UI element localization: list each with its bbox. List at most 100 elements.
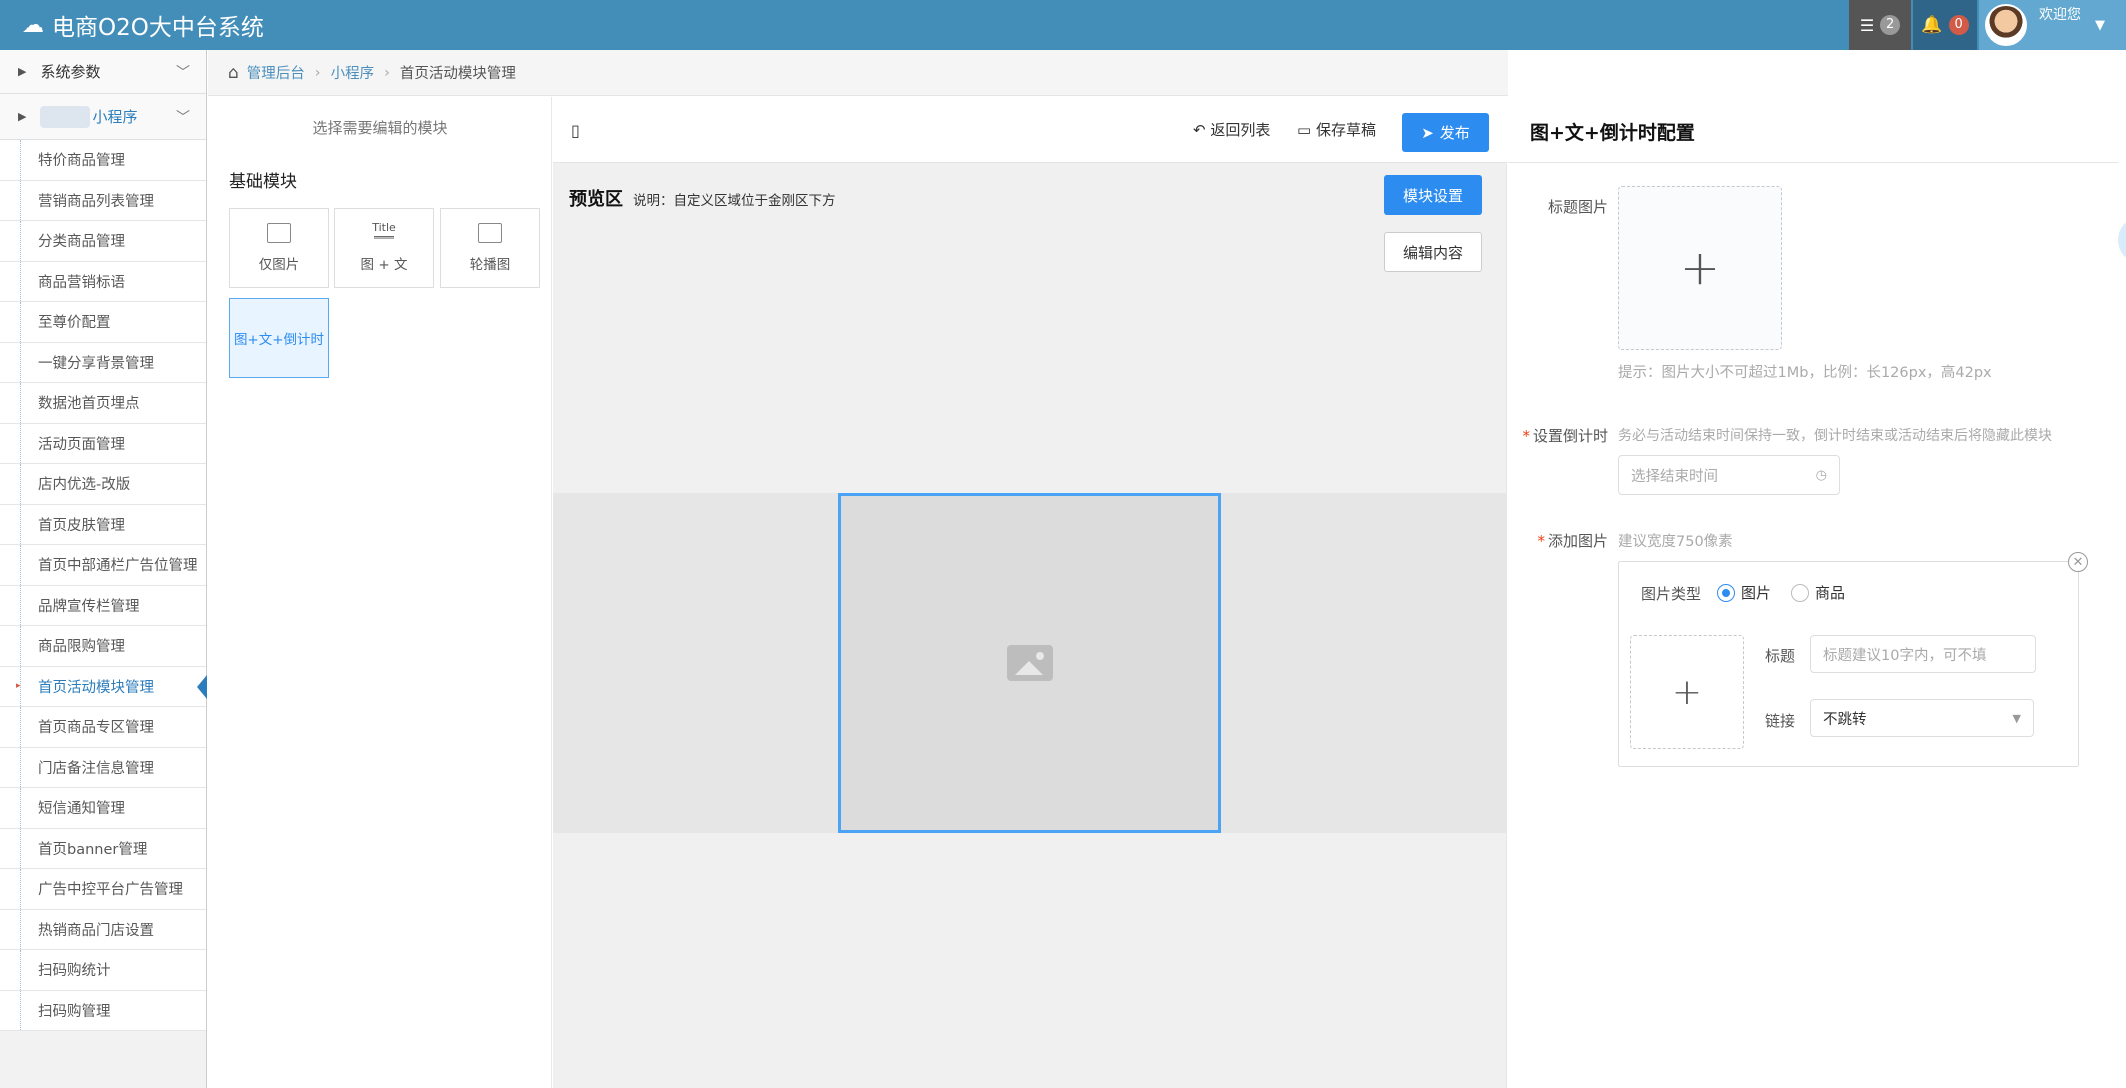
breadcrumb-root[interactable]: 管理后台 xyxy=(247,62,305,83)
radio-product[interactable]: 商品 xyxy=(1791,582,1845,603)
sidebar-group-label: 小程序 xyxy=(92,108,138,126)
title-image-upload[interactable]: + xyxy=(1618,186,1782,350)
sidebar-group-label: 系统参数 xyxy=(40,63,101,81)
sidebar-item-label: 店内优选-改版 xyxy=(38,477,131,494)
sidebar-item[interactable]: 广告中控平台广告管理 xyxy=(0,869,206,910)
sidebar-item-label: 首页活动模块管理 xyxy=(38,679,154,696)
radio-image[interactable]: 图片 xyxy=(1717,582,1771,603)
home-icon[interactable]: ⌂ xyxy=(228,63,239,83)
image-placeholder-icon xyxy=(1006,645,1053,681)
countdown-label: * 设置倒计时 xyxy=(1522,427,1608,445)
app-title: 电商O2O大中台系统 xyxy=(52,15,264,41)
sidebar-item-label: 数据池首页埋点 xyxy=(38,396,140,413)
sidebar-item-label: 至尊价配置 xyxy=(38,315,111,332)
tasks-icon: ☰ xyxy=(1859,15,1875,35)
publish-button[interactable]: ➤ 发布 xyxy=(1402,113,1489,152)
sidebar-group-system[interactable]: ▶ 系统参数 ﹀ xyxy=(0,50,206,94)
picker-section-title: 基础模块 xyxy=(229,172,297,192)
sidebar-item[interactable]: 营销商品列表管理 xyxy=(0,180,206,221)
notifications-button[interactable]: 🔔 0 xyxy=(1913,0,1977,50)
sidebar-item[interactable]: 商品限购管理 xyxy=(0,626,206,667)
countdown-hint: 务必与活动结束时间保持一致，倒计时结束或活动结束后将隐藏此模块 xyxy=(1618,428,2052,444)
config-divider xyxy=(1508,162,2118,163)
active-marker-icon: ▸ xyxy=(16,681,21,692)
bell-icon: 🔔 xyxy=(1921,15,1943,35)
app-brand[interactable]: ☁ 电商O2O大中台系统 xyxy=(22,0,264,50)
end-time-picker[interactable]: 选择结束时间 ◷ xyxy=(1618,455,1840,495)
breadcrumb-current: 首页活动模块管理 xyxy=(399,66,516,82)
save-icon: ▭ xyxy=(1297,121,1312,139)
add-image-label: * 添加图片 xyxy=(1537,532,1608,550)
radio-off-icon xyxy=(1791,583,1809,602)
sidebar-item[interactable]: 分类商品管理 xyxy=(0,221,206,262)
sidebar-item-label: 扫码购统计 xyxy=(38,963,111,980)
sidebar-item[interactable]: 扫码购统计 xyxy=(0,950,206,991)
radio-on-icon xyxy=(1717,583,1735,602)
sidebar-item-label: 商品营销标语 xyxy=(38,274,125,291)
preview-panel: ▯ ↶ 返回列表 ▭ 保存草稿 ➤ 发布 预览区 说明：自定义区域位于金刚区下方… xyxy=(553,97,1507,1088)
sidebar-item[interactable]: 活动页面管理 xyxy=(0,423,206,464)
sidebar-item[interactable]: 一键分享背景管理 xyxy=(0,342,206,383)
link-select[interactable]: 不跳转 ▼ xyxy=(1810,699,2034,737)
sidebar-group-miniapp[interactable]: ▶ 小程序 ﹀ xyxy=(0,94,206,140)
sidebar-item[interactable]: 品牌宣传栏管理 xyxy=(0,585,206,626)
sidebar-item-label: 一键分享背景管理 xyxy=(38,355,154,372)
module-carousel[interactable]: 轮播图 xyxy=(440,208,540,288)
caret-right-icon: ▶ xyxy=(18,65,27,78)
module-settings-button[interactable]: 模块设置 xyxy=(1384,175,1482,215)
config-title: 图+文+倒计时配置 xyxy=(1530,122,1695,144)
image-item-card: 图片类型 图片 商品 + 标题 标题建议10字内，可不填 链接 不跳转 ▼ xyxy=(1618,561,2079,767)
preview-note: 说明：自定义区域位于金刚区下方 xyxy=(633,193,836,209)
plus-icon: + xyxy=(1671,671,1703,713)
messages-badge: 2 xyxy=(1880,15,1901,35)
user-menu[interactable]: 欢迎您 ▼ xyxy=(1979,0,2126,50)
module-countdown[interactable]: 图+文+倒计时 xyxy=(229,298,329,378)
item-image-upload[interactable]: + xyxy=(1630,635,1744,749)
back-to-list-button[interactable]: ↶ 返回列表 xyxy=(1193,119,1270,140)
sidebar-item-label: 首页皮肤管理 xyxy=(38,517,125,534)
avatar xyxy=(1985,4,2027,46)
caret-down-icon: ▼ xyxy=(2095,17,2105,33)
item-title-input[interactable]: 标题建议10字内，可不填 xyxy=(1810,635,2036,673)
sidebar-item[interactable]: 扫码购管理 xyxy=(0,990,206,1031)
sidebar-item[interactable]: 首页中部通栏广告位管理 xyxy=(0,545,206,586)
redacted-block xyxy=(40,105,91,128)
sidebar-item-label: 品牌宣传栏管理 xyxy=(38,598,140,615)
breadcrumb-middle[interactable]: 小程序 xyxy=(331,62,375,83)
plus-icon: + xyxy=(1679,240,1721,296)
sidebar-item[interactable]: ▸ 首页活动模块管理 xyxy=(0,666,207,707)
edit-content-button[interactable]: 编辑内容 xyxy=(1384,232,1482,272)
sidebar-item[interactable]: 数据池首页埋点 xyxy=(0,383,206,424)
messages-button[interactable]: ☰ 2 xyxy=(1849,0,1911,50)
chevron-down-icon: ﹀ xyxy=(176,109,190,126)
sidebar-item[interactable]: 首页皮肤管理 xyxy=(0,504,206,545)
module-label: 仅图片 xyxy=(258,257,300,273)
close-icon[interactable]: ✕ xyxy=(2068,552,2088,572)
top-navbar: ☁ 电商O2O大中台系统 ☰ 2 🔔 0 欢迎您 ▼ xyxy=(0,0,2126,50)
module-label: 图+文+倒计时 xyxy=(233,332,325,348)
module-label: 轮播图 xyxy=(469,257,511,273)
add-image-hint: 建议宽度750像素 xyxy=(1618,534,1733,550)
preview-title: 预览区 xyxy=(569,189,623,210)
send-icon: ➤ xyxy=(1421,124,1434,142)
sidebar-item[interactable]: 热销商品门店设置 xyxy=(0,909,206,950)
chevron-down-icon: ﹀ xyxy=(176,64,190,81)
clock-icon: ◷ xyxy=(1815,467,1827,483)
sidebar-item[interactable]: 至尊价配置 xyxy=(0,302,206,343)
sidebar-item[interactable]: 商品营销标语 xyxy=(0,261,206,302)
preview-image-placeholder[interactable] xyxy=(838,493,1221,833)
sidebar-item-label: 首页中部通栏广告位管理 xyxy=(38,558,198,575)
sidebar-item[interactable]: 店内优选-改版 xyxy=(0,464,206,505)
sidebar-item[interactable]: 首页商品专区管理 xyxy=(0,707,206,748)
module-image-only[interactable]: 仅图片 xyxy=(229,208,329,288)
sidebar-item[interactable]: 短信通知管理 xyxy=(0,788,206,829)
mobile-icon[interactable]: ▯ xyxy=(571,121,580,140)
module-image-text[interactable]: Title ═══ 图 + 文 xyxy=(334,208,434,288)
sidebar-item-label: 扫码购管理 xyxy=(38,1003,111,1020)
sidebar-item[interactable]: 首页banner管理 xyxy=(0,828,206,869)
sidebar-item-list: 特价商品管理 营销商品列表管理 分类商品管理商品营销标语 至尊价配置一键分享背景管理数… xyxy=(0,140,207,1031)
sidebar-item[interactable]: 特价商品管理 xyxy=(0,140,206,181)
sidebar-item[interactable]: 门店备注信息管理 xyxy=(0,747,206,788)
item-title-label: 标题 xyxy=(1765,647,1796,665)
save-draft-button[interactable]: ▭ 保存草稿 xyxy=(1297,119,1376,140)
